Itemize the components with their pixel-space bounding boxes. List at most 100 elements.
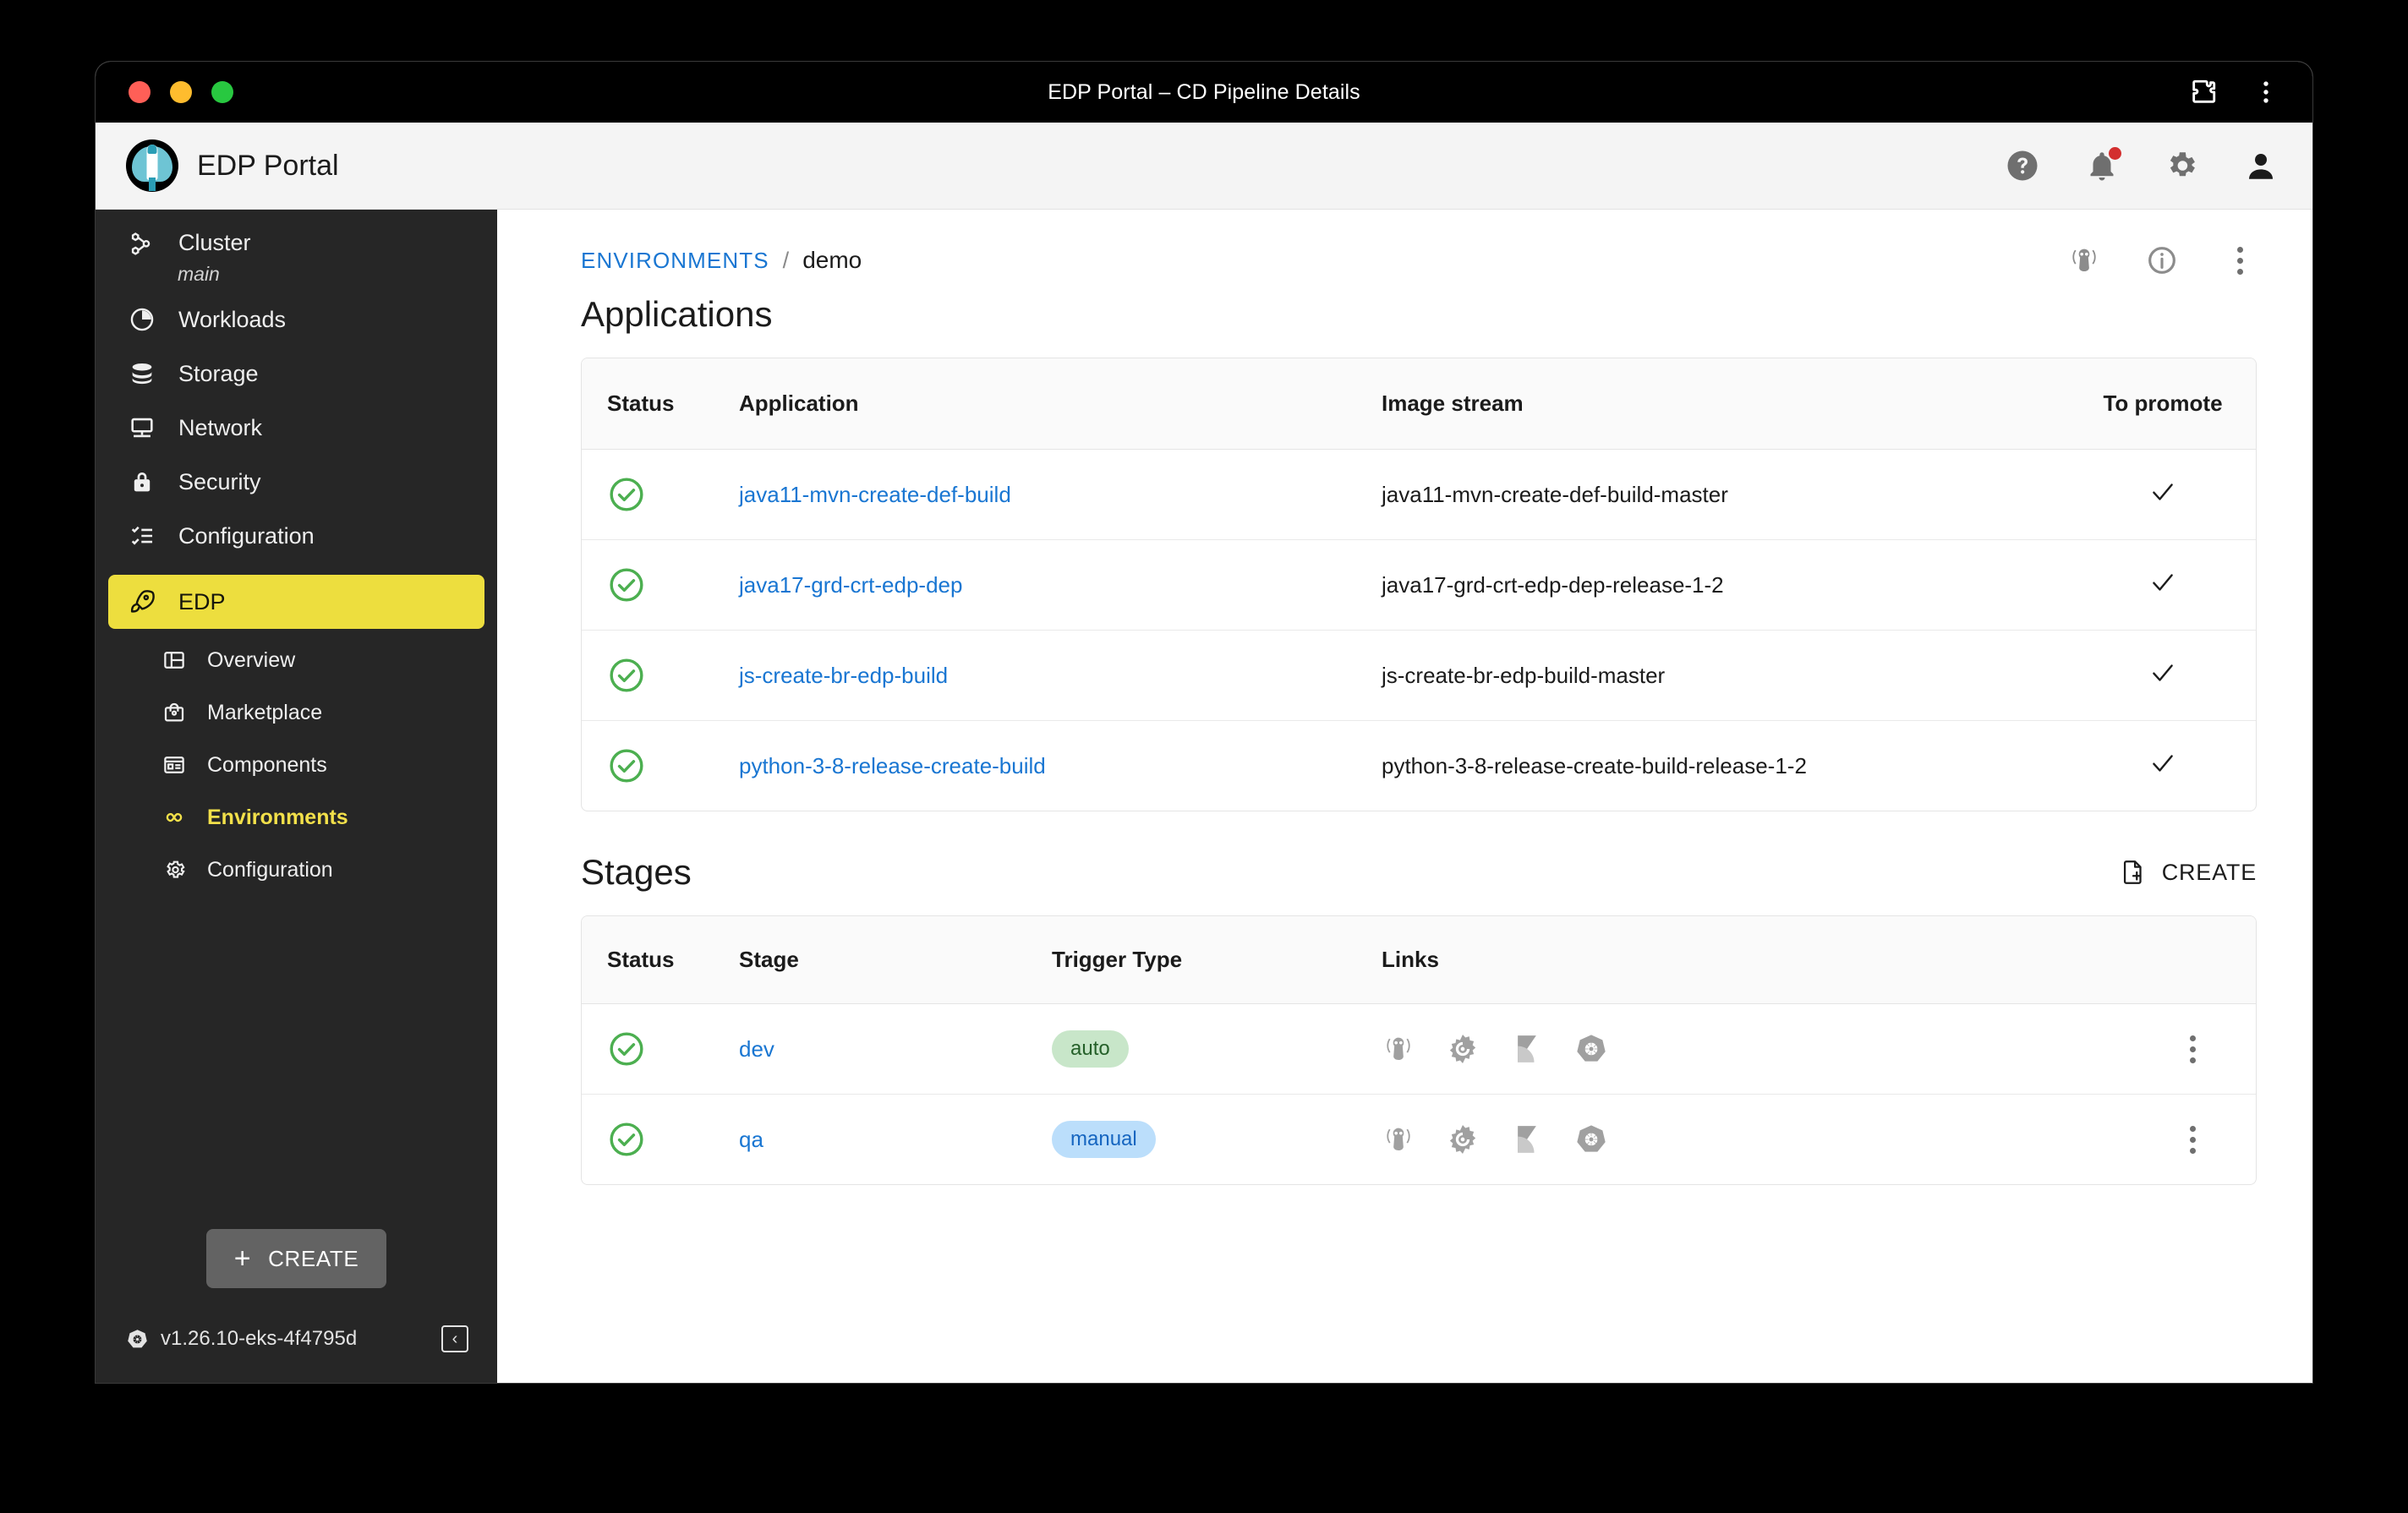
browser-menu-icon[interactable] bbox=[2252, 78, 2280, 107]
cluster-version: v1.26.10-eks-4f4795d bbox=[161, 1327, 358, 1350]
grafana-icon[interactable] bbox=[1446, 1122, 1480, 1156]
cell-image-stream: java11-mvn-create-def-build-master bbox=[1382, 449, 2070, 541]
cell-links bbox=[1382, 1095, 2129, 1185]
sidebar-item-label: EDP bbox=[178, 588, 226, 614]
settings-gear-icon[interactable] bbox=[2164, 148, 2199, 183]
status-ok-icon bbox=[607, 1030, 646, 1068]
cluster-icon bbox=[128, 230, 156, 259]
cell-application: js-create-br-edp-build bbox=[739, 630, 1382, 722]
cell-application: java11-mvn-create-def-build bbox=[739, 449, 1382, 541]
applications-card: Status Application Image stream To promo… bbox=[581, 358, 2257, 812]
column-header-links: Links bbox=[1382, 916, 2129, 1005]
sidebar-item-security[interactable]: Security bbox=[108, 455, 484, 509]
sidebar-item-label: Cluster bbox=[178, 230, 251, 255]
sidebar-item-edp[interactable]: EDP bbox=[108, 575, 484, 629]
stage-link[interactable]: qa bbox=[739, 1127, 763, 1152]
status-ok-icon bbox=[607, 656, 646, 695]
breadcrumb: ENVIRONMENTS / demo bbox=[581, 210, 2257, 282]
puzzle-extension-icon[interactable] bbox=[2189, 78, 2218, 107]
cell-image-stream: js-create-br-edp-build-master bbox=[1382, 630, 2070, 722]
sidebar-create-button[interactable]: + CREATE bbox=[206, 1229, 386, 1288]
column-header-application: Application bbox=[739, 358, 1382, 451]
cell-links bbox=[1382, 1003, 2129, 1095]
sidebar-item-cluster[interactable]: Cluster main bbox=[108, 223, 484, 292]
stage-link[interactable]: dev bbox=[739, 1036, 774, 1062]
user-account-icon[interactable] bbox=[2243, 148, 2279, 183]
help-icon[interactable] bbox=[2005, 148, 2040, 183]
network-icon bbox=[128, 413, 156, 442]
column-header-status: Status bbox=[582, 916, 739, 1005]
application-link[interactable]: java11-mvn-create-def-build bbox=[739, 482, 1011, 507]
sidebar-item-edp-configuration[interactable]: Configuration bbox=[96, 844, 497, 896]
minimize-window-button[interactable] bbox=[170, 81, 192, 103]
check-icon bbox=[2148, 749, 2177, 778]
stages-header-row: Stages CREATE bbox=[581, 852, 2257, 893]
application-link[interactable]: python-3-8-release-create-build bbox=[739, 753, 1046, 778]
sidebar-item-label: Security bbox=[178, 468, 261, 494]
sidebar-item-network[interactable]: Network bbox=[108, 401, 484, 455]
stages-title: Stages bbox=[581, 852, 692, 893]
application-link[interactable]: java17-grd-crt-edp-dep bbox=[739, 572, 962, 598]
sidebar-item-storage[interactable]: Storage bbox=[108, 347, 484, 401]
links-group bbox=[1382, 1122, 2129, 1156]
notifications-icon[interactable] bbox=[2084, 147, 2121, 183]
sidebar-item-configuration[interactable]: Configuration bbox=[108, 509, 484, 563]
cell-status bbox=[582, 1095, 739, 1185]
sidebar-item-marketplace[interactable]: Marketplace bbox=[96, 686, 497, 739]
body: Cluster main Workloads Storage Network S… bbox=[96, 210, 2312, 1383]
stages-card: Status Stage Trigger Type Links dev auto… bbox=[581, 915, 2257, 1186]
sidebar-item-label: Workloads bbox=[178, 306, 287, 332]
stages-create-button[interactable]: CREATE bbox=[2119, 858, 2257, 887]
sidebar-item-label: Network bbox=[178, 414, 263, 440]
rocket-logo-icon bbox=[126, 139, 178, 192]
table-row: python-3-8-release-create-build python-3… bbox=[582, 721, 2256, 811]
grafana-icon[interactable] bbox=[1446, 1032, 1480, 1066]
argocd-icon[interactable] bbox=[2067, 243, 2101, 277]
check-icon bbox=[2148, 568, 2177, 597]
kebab-menu-icon[interactable] bbox=[2223, 243, 2257, 277]
cell-status bbox=[582, 1003, 739, 1095]
application-link[interactable]: js-create-br-edp-build bbox=[739, 663, 948, 688]
table-row: qa manual bbox=[582, 1095, 2256, 1185]
sidebar-item-overview[interactable]: Overview bbox=[96, 634, 497, 686]
kubernetes-icon[interactable] bbox=[1574, 1122, 1608, 1156]
cell-to-promote bbox=[2070, 630, 2256, 722]
applications-table-body: java11-mvn-create-def-build java11-mvn-c… bbox=[582, 449, 2256, 811]
cell-status bbox=[582, 539, 739, 631]
breadcrumb-environments-link[interactable]: ENVIRONMENTS bbox=[581, 248, 769, 274]
check-icon bbox=[2148, 658, 2177, 687]
applications-table-head: Status Application Image stream To promo… bbox=[582, 358, 2256, 451]
argocd-icon[interactable] bbox=[1382, 1032, 1415, 1066]
trigger-type-badge: manual bbox=[1052, 1120, 1156, 1159]
overview-icon bbox=[161, 647, 187, 673]
sidebar-subitem-label: Components bbox=[207, 752, 327, 777]
column-header-image-stream: Image stream bbox=[1382, 358, 2070, 451]
sidebar-create-label: CREATE bbox=[268, 1245, 359, 1271]
table-row: js-create-br-edp-build js-create-br-edp-… bbox=[582, 630, 2256, 722]
sidebar-footer: v1.26.10-eks-4f4795d ‹ bbox=[96, 1325, 497, 1383]
sidebar-item-components[interactable]: Components bbox=[96, 739, 497, 791]
kibana-icon[interactable] bbox=[1510, 1032, 1544, 1066]
column-header-status: Status bbox=[582, 358, 739, 451]
argocd-icon[interactable] bbox=[1382, 1122, 1415, 1156]
maximize-window-button[interactable] bbox=[211, 81, 233, 103]
brand[interactable]: EDP Portal bbox=[126, 139, 339, 192]
table-header-row: Status Stage Trigger Type Links bbox=[582, 916, 2256, 1005]
row-kebab-menu-icon[interactable] bbox=[2175, 1122, 2209, 1156]
close-window-button[interactable] bbox=[129, 81, 150, 103]
workloads-icon bbox=[128, 305, 156, 334]
kubernetes-icon[interactable] bbox=[1574, 1032, 1608, 1066]
cluster-name: main bbox=[178, 263, 220, 285]
cell-image-stream: python-3-8-release-create-build-release-… bbox=[1382, 752, 1807, 778]
marketplace-icon bbox=[161, 700, 187, 725]
collapse-left-icon[interactable]: ‹ bbox=[441, 1325, 468, 1352]
sidebar-item-workloads[interactable]: Workloads bbox=[108, 292, 484, 347]
info-icon[interactable] bbox=[2145, 243, 2179, 277]
stages-table-head: Status Stage Trigger Type Links bbox=[582, 916, 2256, 1005]
row-kebab-menu-icon[interactable] bbox=[2175, 1032, 2209, 1066]
kibana-icon[interactable] bbox=[1510, 1122, 1544, 1156]
status-ok-icon bbox=[607, 565, 646, 604]
cell-trigger-type: manual bbox=[1052, 1095, 1382, 1185]
sidebar-item-environments[interactable]: Environments bbox=[96, 791, 497, 844]
breadcrumb-separator: / bbox=[782, 247, 790, 273]
